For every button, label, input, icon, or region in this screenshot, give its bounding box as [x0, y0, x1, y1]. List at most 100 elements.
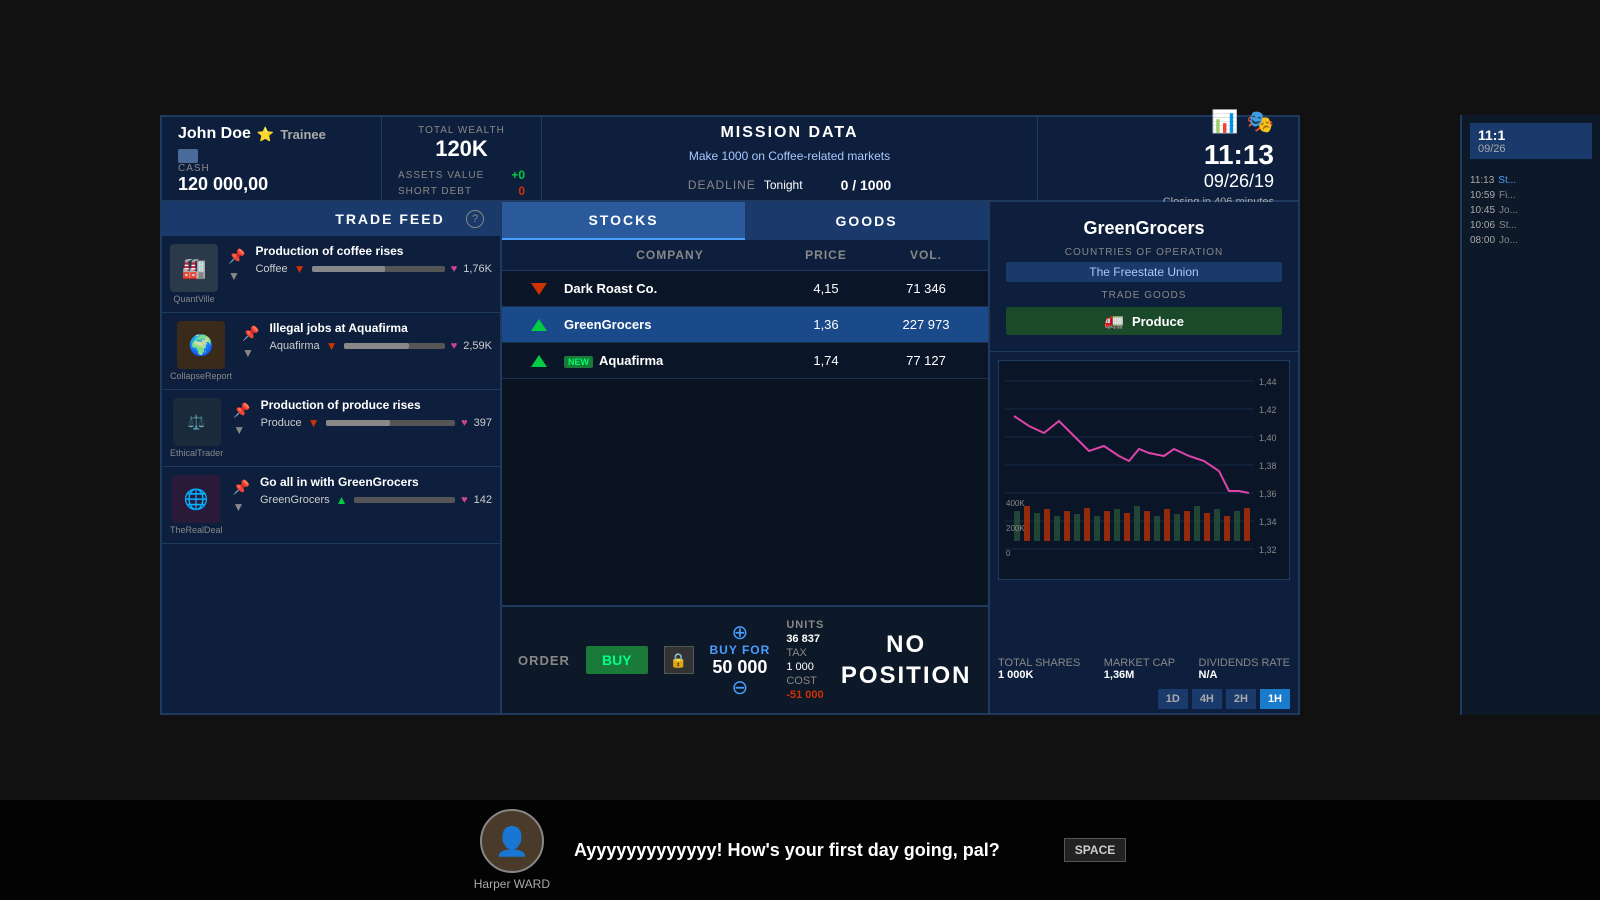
- down-arrow-1: ▼: [228, 269, 240, 283]
- trade-feed: TRADE FEED ? 🏭 QuantVille 📌 ▼ Production…: [162, 202, 502, 713]
- price-1: 4,15: [776, 281, 876, 296]
- feed-item-3[interactable]: ⚖️ EthicalTrader 📌 ▼ Production of produ…: [162, 390, 500, 467]
- feed-pin-1: 📌 ▼: [228, 244, 245, 283]
- space-button[interactable]: SPACE: [1064, 838, 1126, 862]
- row-icon-2: [514, 319, 564, 331]
- tab-goods[interactable]: GOODS: [745, 202, 988, 240]
- feed-pin-2: 📌 ▼: [242, 321, 259, 360]
- feed-bar-2: [344, 343, 445, 349]
- tax-value-row: 1 000: [786, 661, 824, 673]
- country-value: The Freestate Union: [1006, 262, 1282, 282]
- feed-source-1: QuantVille: [173, 294, 214, 304]
- side-clock: 11:1: [1478, 127, 1584, 143]
- side-event-1: 11:13 St...: [1470, 175, 1592, 186]
- svg-text:1,32: 1,32: [1259, 545, 1277, 555]
- side-date: 09/26: [1478, 143, 1584, 155]
- feed-heart-3: ♥: [461, 417, 468, 429]
- vol-1: 71 346: [876, 281, 976, 296]
- total-shares-label: TOTAL SHARES: [998, 657, 1080, 669]
- side-panel: 11:1 09/26 11:13 St... 10:59 Fi... 10:45…: [1460, 115, 1600, 715]
- feed-avatar-1: 🏭: [170, 244, 218, 292]
- down-arrow-4: ▼: [233, 500, 245, 514]
- feed-avatar-wrapper-4: 🌐 TheRealDeal: [170, 475, 223, 535]
- feed-heart-2: ♥: [451, 340, 458, 352]
- trade-goods-label: TRADE GOODS: [1006, 290, 1282, 301]
- feed-source-4: TheRealDeal: [170, 525, 223, 535]
- market-cap-stat: MARKET CAP 1,36M: [1104, 657, 1175, 681]
- event-time-2: 10:59: [1470, 190, 1495, 201]
- player-rank: Trainee: [280, 127, 326, 142]
- trade-feed-help[interactable]: ?: [466, 210, 484, 228]
- pin-icon-3: 📌: [233, 402, 250, 419]
- header-bar: John Doe ⭐ Trainee CASH 120 000,00 TOTAL…: [162, 117, 1298, 202]
- feed-trend-1: ▼: [294, 262, 306, 276]
- cash-value: 120 000,00: [178, 174, 365, 195]
- tf-1d[interactable]: 1D: [1158, 689, 1188, 709]
- bottom-dialog: 👤 Harper WARD Ayyyyyyyyyyyyy! How's your…: [0, 800, 1600, 900]
- total-shares-value: 1 000K: [998, 669, 1080, 681]
- assets-value: +0: [511, 168, 525, 182]
- table-row-1[interactable]: Dark Roast Co. 4,15 71 346: [502, 271, 988, 307]
- mission-deadline: DEADLINE Tonight 0 / 1000: [688, 177, 891, 193]
- trade-good-text: Produce: [1132, 314, 1184, 329]
- pin-icon-1: 📌: [228, 248, 245, 265]
- tab-stocks[interactable]: STOCKS: [502, 202, 745, 240]
- decrement-button[interactable]: ⊖: [732, 678, 749, 698]
- event-time-1: 11:13: [1470, 175, 1494, 186]
- deadline-value: Tonight: [764, 178, 803, 192]
- content-area: TRADE FEED ? 🏭 QuantVille 📌 ▼ Production…: [162, 202, 1298, 713]
- feed-bar-4: [354, 497, 456, 503]
- feed-headline-1: Production of coffee rises: [255, 244, 492, 258]
- down-arrow-3: ▼: [233, 423, 245, 437]
- feed-count-4: 142: [474, 494, 492, 506]
- table-row-3[interactable]: NEWAquafirma 1,74 77 127: [502, 343, 988, 379]
- tf-4h[interactable]: 4H: [1192, 689, 1222, 709]
- stocks-tabs: STOCKS GOODS: [502, 202, 988, 240]
- company-panel: GreenGrocers COUNTRIES OF OPERATION The …: [988, 202, 1298, 713]
- buy-button[interactable]: BUY: [586, 646, 648, 674]
- trend-up-icon-3: [531, 355, 547, 367]
- tf-1h[interactable]: 1H: [1260, 689, 1290, 709]
- feed-source-3: EthicalTrader: [170, 448, 223, 458]
- event-time-3: 10:45: [1470, 205, 1495, 216]
- new-badge: NEW: [564, 356, 593, 368]
- feed-item-2[interactable]: 🌍 CollapseReport 📌 ▼ Illegal jobs at Aqu…: [162, 313, 500, 390]
- lock-button[interactable]: 🔒: [664, 646, 694, 674]
- dialog-text: Ayyyyyyyyyyyyy! How's your first day goi…: [574, 840, 1000, 861]
- feed-content-4: Go all in with GreenGrocers GreenGrocers…: [260, 475, 492, 507]
- feed-item-1[interactable]: 🏭 QuantVille 📌 ▼ Production of coffee ri…: [162, 236, 500, 313]
- total-shares-stat: TOTAL SHARES 1 000K: [998, 657, 1080, 681]
- feed-pin-3: 📌 ▼: [233, 398, 250, 437]
- side-event-5: 08:00 Jo...: [1470, 235, 1592, 246]
- units-value-row: 36 837: [786, 633, 824, 645]
- feed-content-2: Illegal jobs at Aquafirma Aquafirma ▼ ♥ …: [269, 321, 492, 353]
- chart-stats: TOTAL SHARES 1 000K MARKET CAP 1,36M DIV…: [990, 653, 1298, 685]
- feed-avatar-4: 🌐: [172, 475, 220, 523]
- feed-stock-row-4: GreenGrocers ▲ ♥ 142: [260, 493, 492, 507]
- pin-icon-4: 📌: [233, 479, 250, 496]
- pin-icon-2: 📌: [242, 325, 259, 342]
- company-name-1: Dark Roast Co.: [564, 281, 776, 296]
- svg-text:200K: 200K: [1006, 524, 1025, 533]
- dividends-value: N/A: [1199, 669, 1290, 681]
- table-row-2[interactable]: GreenGrocers 1,36 227 973: [502, 307, 988, 343]
- dialog-avatar: 👤: [480, 809, 544, 873]
- tf-2h[interactable]: 2H: [1226, 689, 1256, 709]
- units-label: UNITS: [786, 619, 824, 631]
- trade-good-badge[interactable]: 🚛 Produce: [1006, 307, 1282, 335]
- cost-value-row: -51 000: [786, 689, 824, 701]
- increment-button[interactable]: ⊕: [732, 623, 749, 643]
- feed-stock-row-3: Produce ▼ ♥ 397: [261, 416, 492, 430]
- mission-section: MISSION DATA Make 1000 on Coffee-related…: [542, 117, 1038, 200]
- feed-bar-fill-4: [354, 497, 425, 503]
- feed-count-2: 2,59K: [463, 340, 492, 352]
- feed-bar-fill-1: [312, 266, 385, 272]
- avatar-icon: 👤: [494, 825, 529, 858]
- order-section: ORDER BUY 🔒 ⊕ BUY FOR 50 000 ⊖ UNITS 36: [502, 605, 988, 713]
- col-vol: VOL.: [876, 248, 976, 262]
- feed-item-4[interactable]: 🌐 TheRealDeal 📌 ▼ Go all in with GreenGr…: [162, 467, 500, 544]
- svg-text:1,40: 1,40: [1259, 433, 1277, 443]
- chart-timeframes: 1D 4H 2H 1H: [990, 685, 1298, 713]
- no-position-text: NOPOSITION: [841, 629, 972, 691]
- tax-row: TAX: [786, 647, 824, 659]
